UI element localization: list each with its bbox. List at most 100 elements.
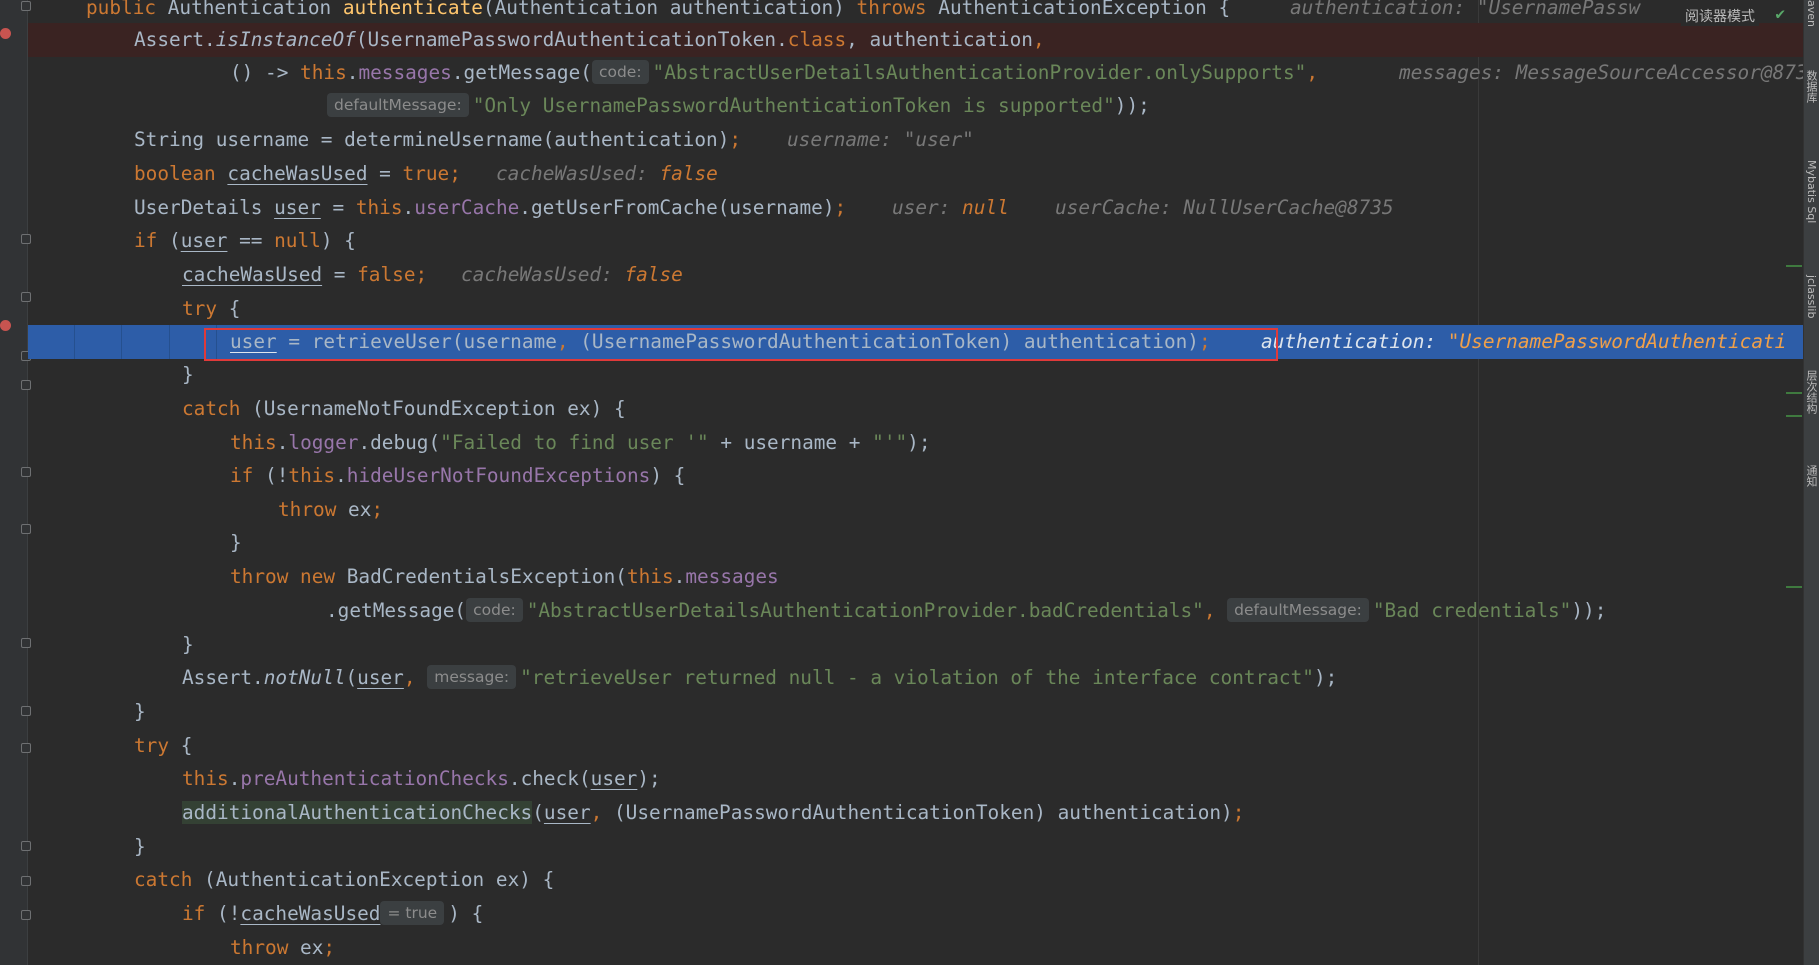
token: cacheWasUsed: [227, 162, 368, 185]
token: this: [626, 565, 674, 588]
code-line[interactable]: public Authentication authenticate(Authe…: [28, 0, 1804, 25]
code-line[interactable]: boolean cacheWasUsed = true; cacheWasUse…: [28, 157, 1804, 191]
token: this: [182, 767, 229, 790]
code-line[interactable]: if (!this.hideUserNotFoundExceptions) {: [28, 459, 1804, 493]
code-line[interactable]: if (user == null) {: [28, 224, 1804, 258]
token: .: [228, 767, 241, 790]
token: "retrieveUser returned null - a violatio…: [520, 666, 1314, 689]
reader-mode-button[interactable]: 阅读器模式: [1681, 6, 1759, 26]
code-line[interactable]: throw ex;: [28, 493, 1804, 527]
code-line[interactable]: () -> this.messages.getMessage(code: "Abs…: [28, 56, 1804, 90]
token: messages: [358, 61, 452, 84]
token: true: [402, 162, 450, 185]
code-line[interactable]: }: [28, 526, 1804, 560]
tool-window-hierarchy[interactable]: 层次结构: [1805, 370, 1818, 414]
token: .: [673, 565, 686, 588]
token: if: [182, 902, 218, 925]
code-line[interactable]: try {: [28, 292, 1804, 326]
token: .: [346, 61, 359, 84]
token: try: [182, 297, 229, 320]
token: );: [907, 431, 931, 454]
code-line[interactable]: Assert.isInstanceOf(UsernamePasswordAuth…: [28, 23, 1804, 57]
code-line[interactable]: this.logger.debug("Failed to find user '…: [28, 426, 1804, 460]
breakpoint-icon[interactable]: [0, 28, 11, 39]
highlight-box: [204, 328, 1278, 361]
token: preAuthenticationChecks: [240, 767, 509, 790]
code-line[interactable]: throw new BadCredentialsException(this.m…: [28, 560, 1804, 594]
token: }: [134, 835, 146, 858]
code-line[interactable]: .getMessage(code: "AbstractUserDetailsAut…: [28, 594, 1804, 628]
debug-inline-value: "UsernamePasswordAuthenticati: [1447, 330, 1787, 353]
code-line[interactable]: additionalAuthenticationChecks(user, (Us…: [28, 796, 1804, 830]
code-line[interactable]: }: [28, 358, 1804, 392]
tool-window-maven[interactable]: aven: [1805, 0, 1818, 27]
token: user: [274, 196, 321, 219]
token: ;: [449, 162, 461, 185]
code-line[interactable]: catch (UsernameNotFoundException ex) {: [28, 392, 1804, 426]
token: );: [637, 767, 661, 790]
token: (UsernamePasswordAuthenticationToken) au…: [613, 801, 1233, 824]
token: user: [543, 801, 591, 824]
debug-inline-name: cacheWasUsed:: [461, 263, 625, 286]
token: () ->: [230, 61, 301, 84]
tool-window-notifications[interactable]: 通知: [1805, 465, 1818, 487]
tool-window-database[interactable]: 数据库: [1805, 70, 1818, 103]
editor-gutter[interactable]: [0, 0, 31, 965]
debug-inline-value: authentication: "UsernamePassw: [1290, 0, 1641, 19]
code-line[interactable]: Assert.notNull(user, message: "retrieveUs…: [28, 661, 1804, 695]
token: ;: [1232, 801, 1245, 824]
token: }: [230, 531, 242, 554]
token: BadCredentialsException(: [346, 565, 627, 588]
token: "Failed to find user '": [440, 431, 709, 454]
token: authenticate: [342, 0, 483, 19]
code-line[interactable]: try {: [28, 729, 1804, 763]
debug-inline-value: false: [659, 162, 718, 185]
token: throw new: [230, 565, 347, 588]
token: .: [402, 196, 415, 219]
code-editor[interactable]: public Authentication authenticate(Authe…: [28, 0, 1804, 965]
code-line[interactable]: }: [28, 830, 1804, 864]
token: hideUserNotFoundExceptions: [346, 464, 651, 487]
code-line[interactable]: defaultMessage: "Only UsernamePasswordAut…: [28, 89, 1804, 123]
token: user: [180, 229, 228, 252]
debug-inline-name: authentication:: [1261, 330, 1448, 353]
right-tool-strip: aven 数据库 Mybatis Sql jclasslib 层次结构 通知: [1803, 0, 1819, 965]
token: .getUserFromCache(username): [519, 196, 835, 219]
token: (!: [217, 902, 241, 925]
code-line[interactable]: String username = determineUsername(auth…: [28, 123, 1804, 157]
token: .: [276, 431, 289, 454]
token: ));: [1114, 94, 1150, 117]
code-line[interactable]: catch (AuthenticationException ex) {: [28, 863, 1804, 897]
token: .: [335, 464, 347, 487]
token: {: [228, 297, 241, 320]
token: + username +: [708, 431, 873, 454]
code-line[interactable]: this.preAuthenticationChecks.check(user)…: [28, 762, 1804, 796]
token: (!: [265, 464, 289, 487]
token: ==: [227, 229, 275, 252]
param-hint: defaultMessage:: [327, 93, 469, 117]
check-icon[interactable]: ✔: [1775, 4, 1785, 23]
tool-window-mybatis-sql[interactable]: Mybatis Sql: [1805, 160, 1818, 223]
code-line[interactable]: UserDetails user = this.userCache.getUse…: [28, 191, 1804, 225]
code-line[interactable]: }: [28, 695, 1804, 729]
debug-inline-value: false: [624, 263, 683, 286]
debug-inline-value: "user": [903, 128, 974, 151]
token: .getMessage(: [451, 61, 592, 84]
token: }: [134, 700, 146, 723]
code-line[interactable]: }: [28, 628, 1804, 662]
token: Assert.: [134, 28, 216, 51]
token: ;: [834, 196, 847, 219]
token: ;: [729, 128, 742, 151]
token: throws: [856, 0, 939, 19]
code-line[interactable]: cacheWasUsed = false; cacheWasUsed: fals…: [28, 258, 1804, 292]
token: {: [180, 734, 193, 757]
debug-inline-value: userCache: NullUserCache@8735: [1055, 196, 1394, 219]
breakpoint-icon[interactable]: [0, 320, 11, 331]
token: (UsernamePasswordAuthenticationToken.: [355, 28, 788, 51]
code-line[interactable]: throw ex;: [28, 931, 1804, 965]
tool-window-jclasslib[interactable]: jclasslib: [1805, 275, 1818, 318]
code-line[interactable]: if (!cacheWasUsed = true) {: [28, 897, 1804, 931]
token: =: [322, 263, 358, 286]
token: .getMessage(: [326, 599, 467, 622]
token: "AbstractUserDetailsAuthenticationProvid…: [526, 599, 1204, 622]
